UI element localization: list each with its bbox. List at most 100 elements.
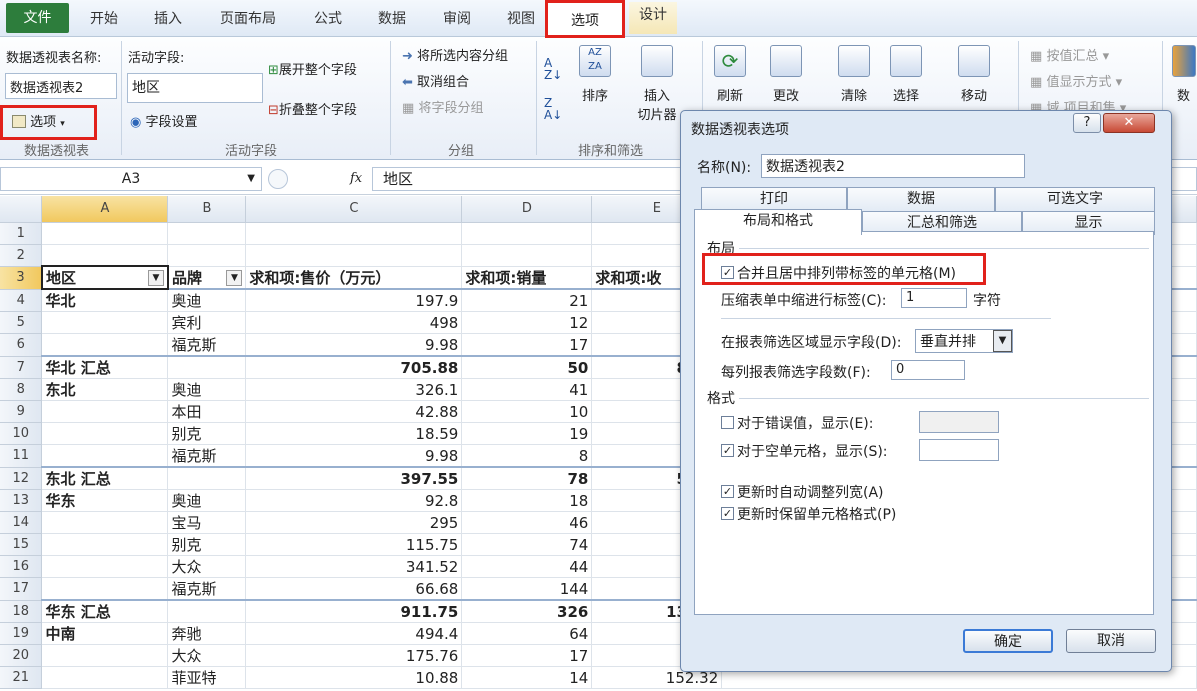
cell[interactable]: 397.55 [245, 466, 463, 490]
row-header[interactable]: 17 [0, 577, 43, 601]
cell[interactable]: 18 [461, 489, 593, 512]
cell[interactable]: 福克斯 [167, 444, 247, 468]
cell[interactable]: 求和项:售价（万元） [245, 266, 463, 290]
row-header[interactable]: 2 [0, 244, 43, 267]
cell[interactable] [41, 555, 169, 578]
cell[interactable]: 175.76 [245, 644, 463, 667]
cell[interactable] [245, 222, 463, 245]
cell[interactable]: 21 [461, 289, 593, 312]
sort-button[interactable]: AZ ZA 排序 [574, 45, 616, 104]
ok-button[interactable]: 确定 [963, 629, 1053, 653]
cell[interactable]: 12 [461, 311, 593, 334]
cell[interactable] [41, 666, 169, 689]
cell[interactable]: 9.98 [245, 444, 463, 468]
cell[interactable]: 911.75 [245, 599, 463, 623]
cell[interactable] [245, 244, 463, 267]
refresh-button[interactable]: ⟳ 刷新 [710, 45, 750, 104]
cell[interactable] [167, 599, 247, 623]
filter-per-col-spinner[interactable]: 0 [891, 360, 965, 380]
cell[interactable] [461, 222, 593, 245]
empty-value-input[interactable] [919, 439, 999, 461]
group-selection-button[interactable]: ➜ 将所选内容分组 [402, 45, 508, 64]
error-show-checkbox[interactable] [721, 416, 734, 429]
cell[interactable] [167, 355, 247, 379]
row-header[interactable]: 4 [0, 289, 43, 312]
tab-options[interactable]: 选项 [545, 0, 625, 38]
cell[interactable]: 大众 [167, 644, 247, 667]
column-header[interactable]: C [245, 196, 463, 223]
group-field-button[interactable]: ▦ 将字段分组 [402, 97, 483, 116]
column-header[interactable]: B [167, 196, 247, 223]
cell[interactable]: 东北 汇总 [41, 466, 169, 490]
row-header[interactable]: 9 [0, 400, 43, 423]
cell[interactable]: 197.9 [245, 289, 463, 312]
data-tools-button[interactable]: 数 [1170, 45, 1197, 104]
cell[interactable]: 别克 [167, 422, 247, 445]
cell[interactable]: 64 [461, 622, 593, 645]
row-header[interactable]: 15 [0, 533, 43, 556]
cell[interactable]: 奥迪 [167, 289, 247, 312]
indent-spinner[interactable]: 1 [901, 288, 967, 308]
cell[interactable]: 福克斯 [167, 333, 247, 357]
row-header[interactable]: 7 [0, 356, 43, 379]
calc-by-value-button[interactable]: ▦ 按值汇总 ▾ [1030, 45, 1109, 64]
column-header[interactable]: D [461, 196, 593, 223]
autofit-checkbox[interactable]: ✓ [721, 485, 734, 498]
cell[interactable]: 17 [461, 644, 593, 667]
cell[interactable]: 17 [461, 333, 593, 357]
cell[interactable]: 品牌 ▼ [167, 266, 247, 290]
cell[interactable]: 92.8 [245, 489, 463, 512]
cell[interactable]: 9.98 [245, 333, 463, 357]
cell[interactable]: 别克 [167, 533, 247, 556]
ungroup-button[interactable]: ⬅ 取消组合 [402, 71, 469, 90]
cell[interactable] [41, 444, 169, 468]
row-header[interactable]: 10 [0, 422, 43, 445]
filter-dropdown-icon[interactable]: ▼ [147, 270, 164, 286]
cell[interactable]: 福克斯 [167, 577, 247, 601]
name-box[interactable]: A3 ▼ [0, 167, 262, 191]
cell[interactable]: 10 [461, 400, 593, 423]
cell[interactable]: 奥迪 [167, 378, 247, 401]
tab-alt-text[interactable]: 可选文字 [995, 187, 1155, 211]
cell[interactable]: 求和项:销量 [461, 266, 593, 290]
cell[interactable]: 494.4 [245, 622, 463, 645]
pivot-name-input[interactable]: 数据透视表2 [5, 73, 117, 99]
formula-bar-separator[interactable] [268, 169, 288, 189]
tab-formulas[interactable]: 公式 [308, 8, 348, 28]
close-button[interactable]: ✕ [1103, 113, 1155, 133]
cell[interactable]: 华北 [41, 289, 169, 312]
cell[interactable]: 326 [461, 599, 593, 623]
tab-print[interactable]: 打印 [701, 187, 847, 211]
cell[interactable]: 144 [461, 577, 593, 601]
cell[interactable]: 46 [461, 511, 593, 534]
cell[interactable] [167, 222, 247, 245]
tab-data[interactable]: 数据 [847, 187, 995, 211]
cell[interactable]: 66.68 [245, 577, 463, 601]
chevron-down-icon[interactable]: ▼ [993, 330, 1012, 352]
row-header[interactable]: 19 [0, 622, 43, 645]
cell[interactable] [41, 422, 169, 445]
cell[interactable]: 326.1 [245, 378, 463, 401]
error-value-input[interactable] [919, 411, 999, 433]
cell[interactable]: 华北 汇总 [41, 355, 169, 379]
cell[interactable]: 115.75 [245, 533, 463, 556]
cell[interactable]: 8 [461, 444, 593, 468]
tab-page-layout[interactable]: 页面布局 [214, 8, 282, 28]
cell[interactable]: 42.88 [245, 400, 463, 423]
row-header[interactable]: 8 [0, 378, 43, 401]
change-source-button[interactable]: 更改 [766, 45, 806, 104]
cell[interactable]: 18.59 [245, 422, 463, 445]
cell[interactable] [461, 244, 593, 267]
help-button[interactable]: ? [1073, 113, 1101, 133]
row-header[interactable]: 6 [0, 333, 43, 357]
cell[interactable]: 74 [461, 533, 593, 556]
cell[interactable]: 大众 [167, 555, 247, 578]
cell[interactable]: 奥迪 [167, 489, 247, 512]
chevron-down-icon[interactable]: ▼ [247, 168, 255, 190]
cell[interactable]: 705.88 [245, 355, 463, 379]
cell[interactable]: 宝马 [167, 511, 247, 534]
row-header[interactable]: 14 [0, 511, 43, 534]
cell[interactable]: 341.52 [245, 555, 463, 578]
row-header[interactable]: 21 [0, 666, 43, 689]
cell[interactable]: 41 [461, 378, 593, 401]
